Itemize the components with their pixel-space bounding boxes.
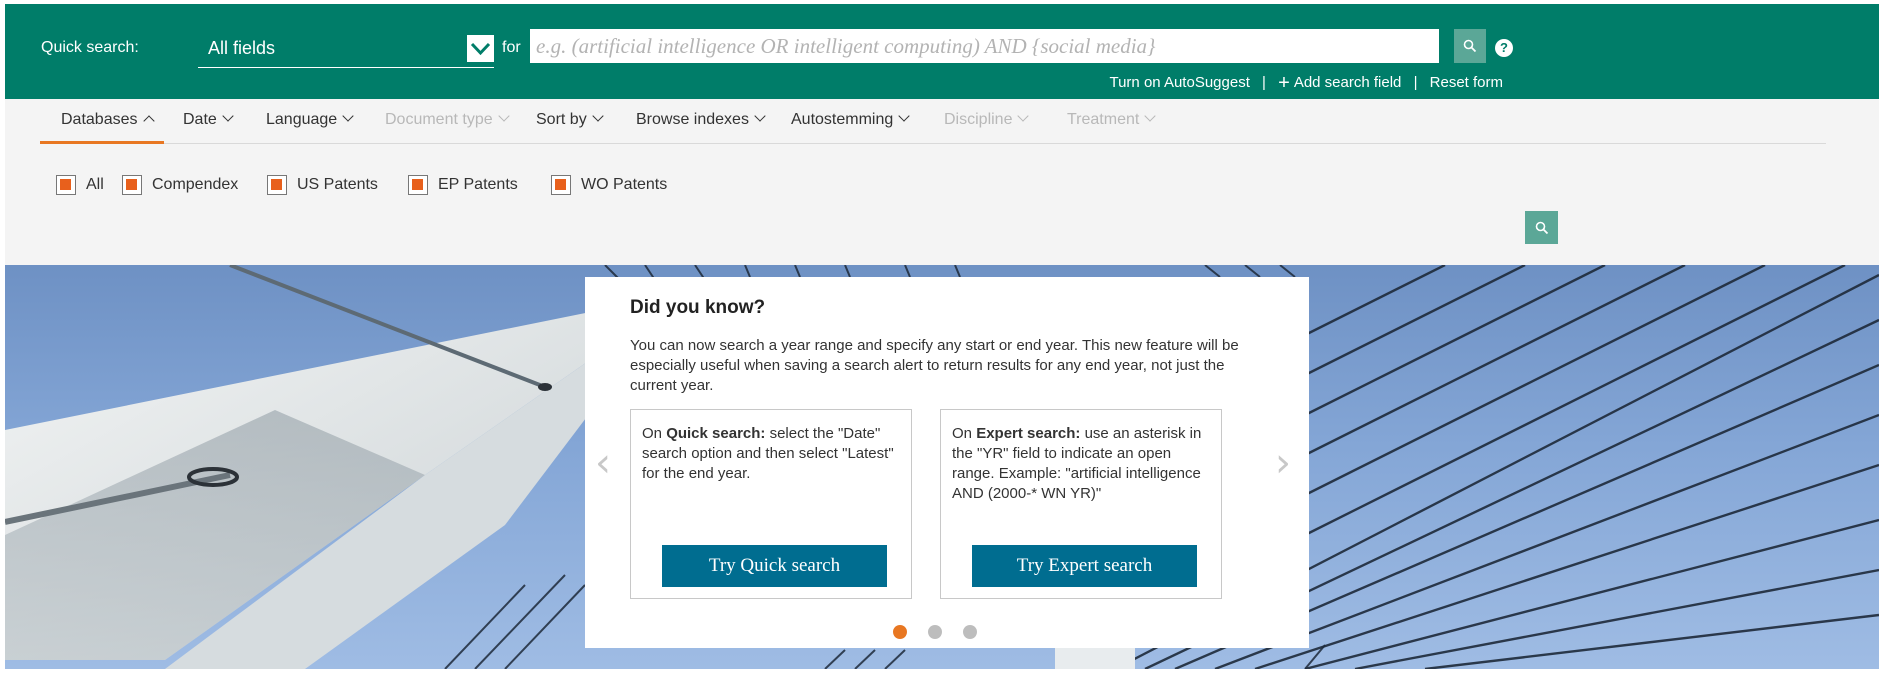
tab-language[interactable]: Language [266, 110, 354, 129]
quick-search-tip-text: On Quick search: select the "Date" searc… [642, 424, 900, 484]
add-search-field-link[interactable]: + Add search field [1278, 72, 1402, 94]
chevron-down-icon [342, 110, 354, 122]
quick-search-label: Quick search: [41, 39, 139, 56]
carousel-dot[interactable] [893, 625, 907, 639]
checkbox-label: WO Patents [581, 176, 668, 193]
tip-lead: On [952, 425, 973, 442]
chevron-down-icon [1144, 110, 1156, 122]
tab-databases[interactable]: Databases [61, 111, 155, 129]
did-you-know-card: Did you know? You can now search a year … [585, 277, 1309, 648]
link-separator: | [1413, 74, 1418, 91]
expert-search-tip: On Expert search: use an asterisk in the… [940, 409, 1222, 599]
tab-label: Databases [61, 111, 138, 128]
tip-bold: Expert search: [976, 425, 1081, 442]
autosuggest-link[interactable]: Turn on AutoSuggest [1109, 74, 1249, 91]
checkbox-label: Compendex [152, 176, 239, 193]
active-tab-indicator [40, 141, 164, 144]
checkbox-label: All [86, 176, 104, 193]
search-options-panel: Databases Date Language Document type So… [5, 99, 1879, 265]
link-separator: | [1262, 74, 1266, 91]
help-icon[interactable]: ? [1495, 39, 1513, 57]
try-expert-search-button[interactable]: Try Expert search [972, 545, 1197, 587]
chevron-right-icon[interactable]: › [1275, 440, 1291, 486]
chevron-down-icon[interactable] [467, 35, 494, 62]
tab-document-type: Document type [385, 110, 510, 129]
chevron-left-icon[interactable]: ‹ [595, 440, 611, 486]
carousel-dot[interactable] [963, 625, 977, 639]
tab-date[interactable]: Date [183, 110, 234, 129]
checkbox-label: EP Patents [438, 176, 518, 193]
options-search-button[interactable] [1525, 211, 1558, 244]
checkbox-label: US Patents [297, 176, 378, 193]
chevron-down-icon [1017, 110, 1030, 122]
tab-label: Date [183, 111, 217, 128]
tab-label: Language [266, 111, 338, 128]
quick-search-bar: Quick search: All fields for ? Turn on A… [5, 4, 1879, 99]
add-search-field-label: Add search field [1293, 74, 1402, 91]
expert-search-tip-text: On Expert search: use an asterisk in the… [952, 424, 1210, 504]
options-tab-bar: Databases Date Language Document type So… [40, 99, 1826, 144]
tab-label: Autostemming [791, 111, 894, 128]
magnifier-icon [1463, 39, 1477, 53]
tab-treatment: Treatment [1067, 110, 1156, 129]
for-label: for [502, 39, 521, 56]
chevron-down-icon [898, 110, 910, 122]
tab-label: Sort by [536, 111, 587, 128]
quick-search-tip: On Quick search: select the "Date" searc… [630, 409, 912, 599]
search-links: Turn on AutoSuggest | + Add search field … [1109, 72, 1503, 94]
tab-label: Treatment [1067, 111, 1140, 128]
chevron-down-icon [222, 110, 234, 122]
tab-sort-by[interactable]: Sort by [536, 110, 604, 129]
checkbox-box[interactable] [408, 175, 428, 195]
magnifier-icon [1535, 221, 1548, 234]
search-button[interactable] [1454, 29, 1486, 63]
plus-icon: + [1278, 72, 1290, 94]
tab-browse-indexes[interactable]: Browse indexes [636, 110, 766, 129]
checkbox-box[interactable] [122, 175, 142, 195]
checkbox-box[interactable] [551, 175, 571, 195]
search-field-select[interactable]: All fields [198, 30, 494, 68]
chevron-up-icon [142, 115, 155, 127]
card-title: Did you know? [630, 297, 766, 318]
chevron-down-icon [497, 110, 510, 122]
tab-label: Browse indexes [636, 111, 749, 128]
search-field-value: All fields [208, 38, 276, 58]
carousel-dot[interactable] [928, 625, 942, 639]
tab-label: Document type [385, 111, 493, 128]
tab-autostemming[interactable]: Autostemming [791, 110, 910, 129]
checkbox-box[interactable] [56, 175, 76, 195]
chevron-down-icon [754, 110, 766, 122]
try-quick-search-button[interactable]: Try Quick search [662, 545, 887, 587]
checkbox-box[interactable] [267, 175, 287, 195]
card-intro-text: You can now search a year range and spec… [630, 337, 1239, 394]
tab-discipline: Discipline [944, 110, 1030, 129]
tab-label: Discipline [944, 111, 1013, 128]
tip-lead: On [642, 425, 663, 442]
search-input[interactable] [530, 29, 1439, 63]
chevron-down-icon [592, 110, 604, 122]
tip-bold: Quick search: [666, 425, 766, 442]
reset-form-link[interactable]: Reset form [1430, 74, 1503, 91]
